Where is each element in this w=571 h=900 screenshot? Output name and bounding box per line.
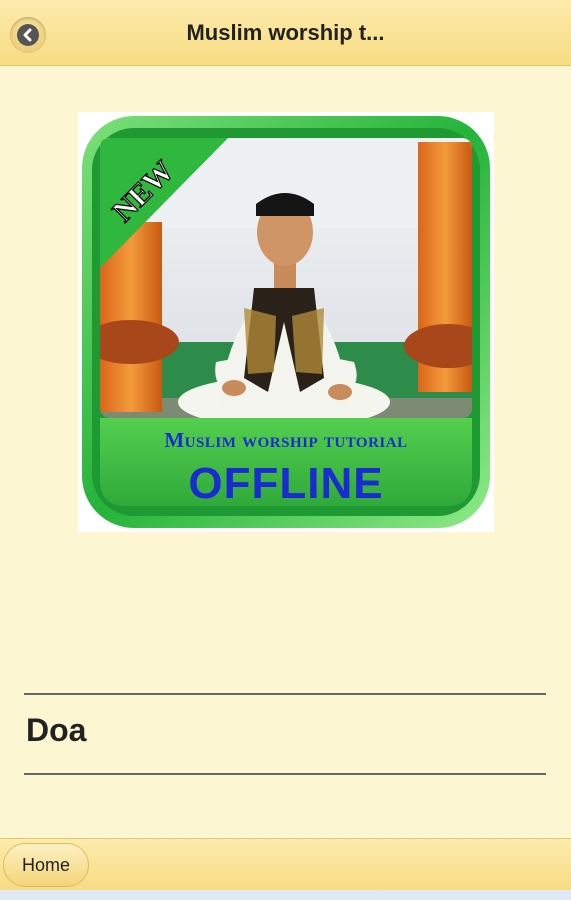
back-arrow-icon bbox=[17, 24, 39, 46]
bottom-edge bbox=[0, 890, 571, 900]
app-header: Muslim worship t... bbox=[0, 0, 571, 66]
banner-subtitle: OFFLINE bbox=[188, 459, 383, 508]
list-divider-bottom bbox=[24, 773, 546, 775]
back-button[interactable] bbox=[10, 17, 46, 53]
app-footer: Home bbox=[0, 838, 571, 891]
list-divider-top bbox=[24, 693, 546, 695]
banner-title: Muslim worship tutorial bbox=[164, 428, 407, 452]
page-title: Muslim worship t... bbox=[186, 20, 385, 45]
list-item-doa[interactable]: Doa bbox=[26, 712, 86, 749]
app-icon-image: NEW Muslim worship tutorial OFFLINE bbox=[78, 112, 494, 532]
home-button[interactable]: Home bbox=[3, 843, 89, 887]
